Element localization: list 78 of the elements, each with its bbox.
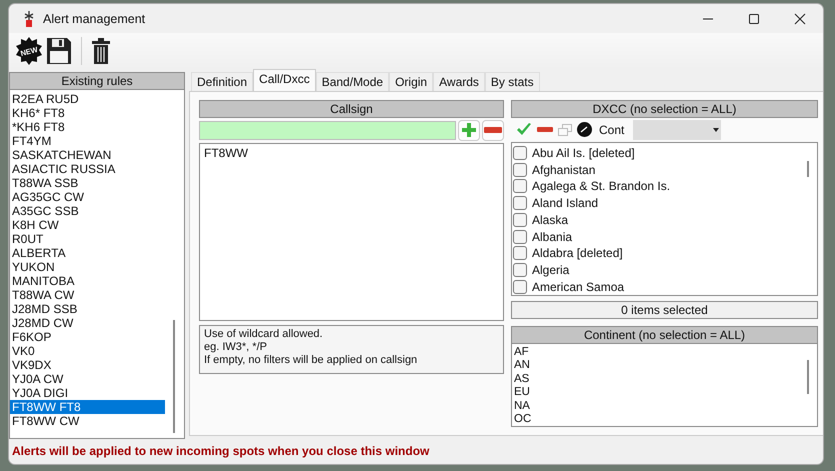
tab[interactable]: Awards (433, 72, 485, 91)
rule-item[interactable]: T88WA SSB (10, 176, 165, 190)
continent-label: Cont (599, 122, 624, 137)
add-button[interactable] (458, 120, 480, 140)
callsign-field[interactable] (199, 120, 456, 140)
list-header: Existing rules (9, 72, 185, 90)
checkbox[interactable] (513, 212, 527, 227)
tab[interactable]: Definition (191, 72, 254, 91)
rule-item[interactable]: R0UT (10, 232, 165, 246)
continent-item[interactable]: AN (514, 359, 544, 373)
dxcc-label: Agalega & St. Brandon Is. (532, 179, 670, 194)
checkbox[interactable] (513, 179, 527, 194)
tab[interactable]: Call/Dxcc (253, 69, 316, 91)
tab[interactable]: Origin (389, 72, 434, 91)
dxcc-label: Afghanistan (532, 162, 596, 176)
check-icon[interactable] (516, 123, 532, 136)
dxcc-label: Alaska (532, 212, 568, 227)
hint-text: Use of wildcard allowed. (204, 328, 323, 341)
rule-item[interactable]: ASIACTIC RUSSIA (10, 162, 165, 176)
rule-item[interactable]: YJ0A DIGI (10, 386, 165, 400)
hint-text: If empty, no filters will be applied on callsign (204, 354, 418, 367)
rule-item[interactable]: AG35GC CW (10, 190, 165, 204)
window-title: Alert management (43, 12, 146, 26)
checkbox[interactable] (513, 280, 527, 294)
rule-item[interactable]: ALBERTA (10, 246, 165, 260)
rule-item[interactable]: F6KOP (10, 330, 165, 344)
rule-item[interactable]: A35GC SSB (10, 204, 165, 218)
minus-icon (484, 127, 502, 133)
app-icon (23, 10, 35, 26)
dxcc-label: Algeria (532, 263, 570, 278)
selection-count: 0 items selected (511, 300, 818, 318)
rule-item[interactable]: FT4YM (10, 134, 165, 148)
rule-item[interactable]: K8H CW (10, 218, 165, 232)
rule-item[interactable]: YJ0A CW (10, 372, 165, 386)
tab[interactable]: Band/Mode (316, 72, 390, 91)
remove-button[interactable] (482, 120, 504, 140)
rule-item[interactable]: KH6* FT8 (10, 106, 165, 120)
rule-item[interactable]: J28MD CW (10, 316, 165, 330)
rule-item[interactable]: *KH6 FT8 (10, 120, 165, 134)
status-message: Alerts will be applied to new incoming spots when you close this window (12, 444, 430, 458)
tab[interactable]: By stats (484, 72, 540, 91)
section-header: Callsign (199, 100, 504, 118)
rule-item[interactable]: VK0 (10, 344, 165, 358)
callsign-item[interactable]: FT8WW (204, 146, 248, 160)
rule-item[interactable]: FT8WW CW (10, 414, 165, 428)
caret-icon (713, 128, 720, 132)
checkbox[interactable] (513, 162, 527, 176)
checkbox[interactable] (513, 246, 527, 260)
rule-item[interactable]: MANITOBA (10, 274, 165, 288)
checkbox[interactable] (513, 146, 527, 160)
delete-icon[interactable] (91, 38, 111, 64)
rule-item[interactable]: R2EA RU5D (10, 92, 165, 106)
checkbox[interactable] (513, 230, 527, 244)
gauge-icon[interactable] (577, 122, 592, 138)
dxcc-label: Abu Ail Is. [deleted] (532, 146, 635, 160)
rule-item[interactable]: VK9DX (10, 358, 165, 372)
rule-item[interactable]: T88WA CW (10, 288, 165, 302)
rule-item[interactable]: FT8WW FT8 (10, 400, 165, 414)
dxcc-label: American Samoa (532, 280, 624, 294)
continent-item[interactable]: OC (514, 413, 544, 426)
rule-item[interactable]: YUKON (10, 260, 165, 274)
save-icon[interactable] (46, 37, 72, 65)
section-header: Continent (no selection = ALL) (511, 326, 818, 344)
rule-item[interactable]: SASKATCHEWAN (10, 148, 165, 162)
checkbox[interactable] (513, 196, 527, 210)
dxcc-label: Aland Island (532, 196, 598, 210)
section-header: DXCC (no selection = ALL) (511, 100, 818, 118)
minus-icon[interactable] (537, 126, 553, 133)
continent-item[interactable]: AF (514, 346, 544, 360)
rule-item[interactable]: J28MD SSB (10, 302, 165, 316)
continent-item[interactable]: NA (514, 400, 544, 414)
plus-icon (461, 122, 477, 138)
dxcc-label: Albania (532, 230, 572, 244)
dxcc-label: Aldabra [deleted] (532, 246, 623, 260)
checkbox[interactable] (513, 263, 527, 278)
continent-item[interactable]: AS (514, 372, 544, 386)
continent-item[interactable]: EU (514, 386, 544, 400)
hint-text: eg. IW3*, */P (204, 341, 267, 354)
